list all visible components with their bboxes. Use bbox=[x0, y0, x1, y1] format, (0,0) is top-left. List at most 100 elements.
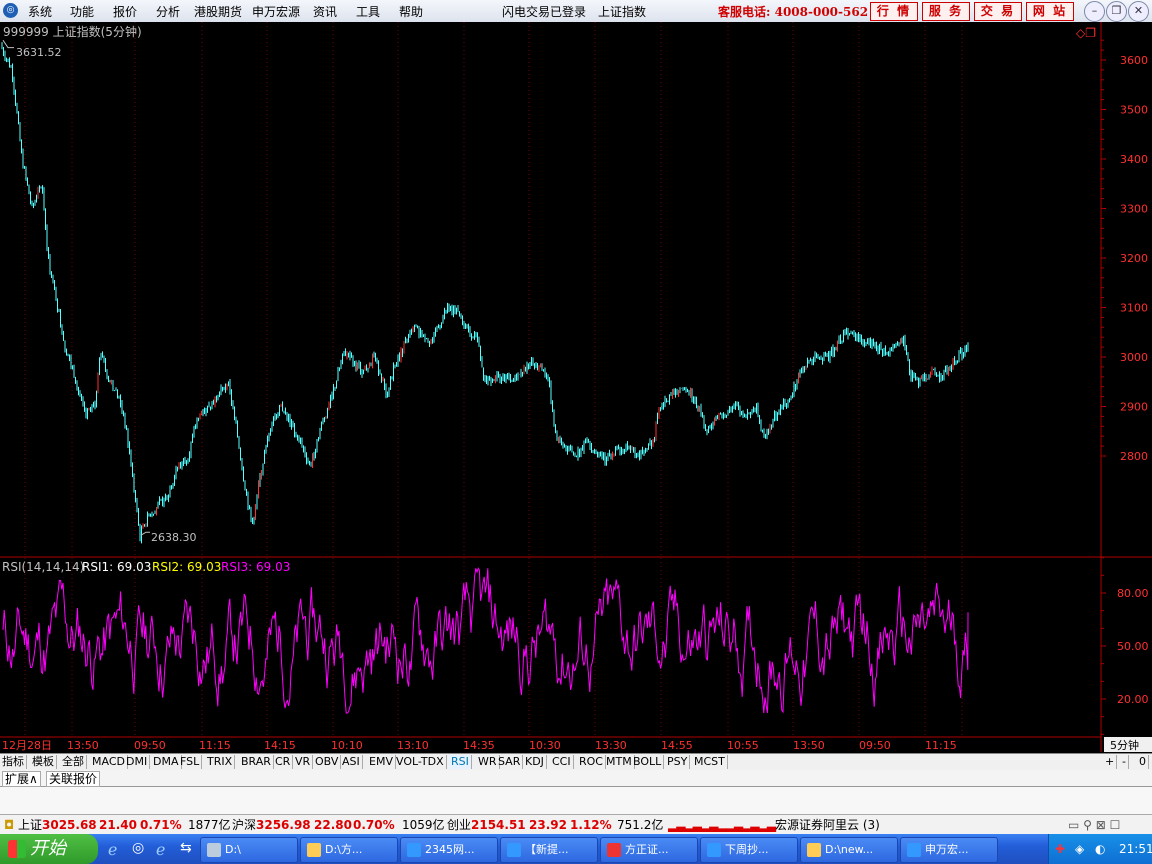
time-tick-label: 10:30 bbox=[529, 739, 561, 752]
tab-nav-zero[interactable]: 0 bbox=[1137, 755, 1149, 769]
time-tick-label: 13:10 bbox=[397, 739, 429, 752]
time-tick-label: 13:50 bbox=[793, 739, 825, 752]
price-tick-label: 3200 bbox=[1120, 252, 1148, 265]
hs-pct: 0.70% bbox=[353, 818, 395, 832]
trade-button[interactable]: 交 易 bbox=[974, 2, 1022, 21]
indicator-tab-macd[interactable]: MACD bbox=[90, 755, 128, 769]
taskbar-item[interactable]: D:\方... bbox=[300, 837, 398, 863]
quicklaunch-desktop-icon[interactable]: ⇆ bbox=[180, 840, 192, 856]
info-panel bbox=[0, 787, 1152, 814]
indicator-tab-sar[interactable]: SAR bbox=[496, 755, 524, 769]
menu-swhy[interactable]: 申万宏源 bbox=[252, 3, 300, 20]
time-tick-label: 14:35 bbox=[463, 739, 495, 752]
time-x-axis: 12月28日 13:50 09:50 11:15 14:15 10:10 13:10 14:3… bbox=[2, 739, 957, 752]
taskbar-app-icon bbox=[807, 843, 821, 857]
menu-hk-futures[interactable]: 港股期货 bbox=[194, 3, 242, 20]
related-quotes-tab[interactable]: 关联报价 bbox=[46, 771, 101, 787]
taskbar-app-icon bbox=[707, 843, 721, 857]
taskbar-app-icon bbox=[207, 843, 221, 857]
indicator-tab-mcst[interactable]: MCST bbox=[692, 755, 728, 769]
price-tick-label: 3000 bbox=[1120, 351, 1148, 364]
indicator-tab-obv[interactable]: OBV bbox=[313, 755, 342, 769]
tray-network-icon[interactable]: ✚ bbox=[1055, 834, 1065, 864]
taskbar-item[interactable]: 申万宏... bbox=[900, 837, 998, 863]
indicator-tab-cr[interactable]: CR bbox=[273, 755, 294, 769]
menu-function[interactable]: 功能 bbox=[70, 3, 94, 20]
quicklaunch-ie2-icon[interactable]: ℯ bbox=[156, 840, 165, 859]
taskbar-item[interactable]: D:\ bbox=[200, 837, 298, 863]
quote-button[interactable]: 行 情 bbox=[870, 2, 918, 21]
server-name[interactable]: 宏源证券阿里云 (3) bbox=[775, 815, 880, 835]
taskbar-item[interactable]: 下周抄... bbox=[700, 837, 798, 863]
sh-amount: 1877亿 bbox=[188, 818, 231, 832]
max-price-label: 3631.52 bbox=[16, 46, 62, 59]
menu-system[interactable]: 系统 bbox=[28, 3, 52, 20]
indicator-tab-asi[interactable]: ASI bbox=[340, 755, 363, 769]
price-tick-label: 3100 bbox=[1120, 302, 1148, 315]
ticker-tool-icons[interactable]: ▭ ⚲ ⊠ ☐ bbox=[1068, 815, 1120, 835]
minimize-icon[interactable]: – bbox=[1084, 1, 1105, 22]
indicator-tab-psy[interactable]: PSY bbox=[665, 755, 691, 769]
price-tick-label: 2900 bbox=[1120, 401, 1148, 414]
indicator-tab-vol-tdx[interactable]: VOL-TDX bbox=[394, 755, 447, 769]
indicator-tab-vr[interactable]: VR bbox=[293, 755, 314, 769]
close-icon[interactable]: ✕ bbox=[1128, 1, 1149, 22]
menu-tools[interactable]: 工具 bbox=[356, 3, 380, 20]
cy-change: 23.92 bbox=[529, 818, 567, 832]
menu-quote[interactable]: 报价 bbox=[113, 3, 137, 20]
taskbar-app-icon bbox=[907, 843, 921, 857]
quicklaunch-ie-icon[interactable]: ℯ bbox=[108, 840, 117, 859]
tray-volume-icon[interactable]: ◐ bbox=[1095, 834, 1105, 864]
indicator-tab-boll[interactable]: BOLL bbox=[631, 755, 665, 769]
indicator-tab-fsl[interactable]: FSL bbox=[178, 755, 203, 769]
rsi-tick-label: 50.00 bbox=[1117, 640, 1149, 653]
rsi1-value: RSI1: 69.03 bbox=[82, 560, 151, 574]
tab-nav-plus[interactable]: + bbox=[1103, 755, 1118, 769]
start-button[interactable]: 开始 bbox=[0, 834, 98, 864]
indicator-tab-kdj[interactable]: KDJ bbox=[523, 755, 547, 769]
service-button[interactable]: 服 务 bbox=[922, 2, 970, 21]
indicator-tab-cci[interactable]: CCI bbox=[550, 755, 574, 769]
chart-area[interactable]: 3600 3500 3400 3300 3200 3100 3000 2900 2800 80.… bbox=[0, 22, 1152, 752]
cy-value: 2154.51 bbox=[471, 818, 526, 832]
indicator-tab-指标[interactable]: 指标 bbox=[0, 755, 27, 769]
sh-value: 3025.68 bbox=[42, 818, 97, 832]
indicator-tab-rsi[interactable]: RSI bbox=[449, 755, 472, 769]
taskbar-item[interactable]: 方正证... bbox=[600, 837, 698, 863]
price-tick-label: 3400 bbox=[1120, 153, 1148, 166]
taskbar-item[interactable]: D:\new... bbox=[800, 837, 898, 863]
indicator-tab-trix[interactable]: TRIX bbox=[205, 755, 236, 769]
taskbar-item[interactable]: 2345网... bbox=[400, 837, 498, 863]
rsi3-value: RSI3: 69.03 bbox=[221, 560, 290, 574]
kline-chart[interactable]: 3600 3500 3400 3300 3200 3100 3000 2900 2800 80.… bbox=[0, 22, 1152, 752]
taskbar-item-label: 【新提... bbox=[525, 843, 569, 856]
expand-tab[interactable]: 扩展∧ bbox=[2, 771, 41, 787]
taskbar-item-label: 申万宏... bbox=[925, 843, 969, 856]
windows-logo-icon bbox=[8, 840, 26, 858]
indicator-tab-emv[interactable]: EMV bbox=[367, 755, 396, 769]
time-tick-label: 09:50 bbox=[134, 739, 166, 752]
menu-analysis[interactable]: 分析 bbox=[156, 3, 180, 20]
tray-security-icon[interactable]: ◈ bbox=[1075, 834, 1084, 864]
taskbar-item[interactable]: 【新提... bbox=[500, 837, 598, 863]
indicator-tab-dmi[interactable]: DMI bbox=[124, 755, 151, 769]
menu-help[interactable]: 帮助 bbox=[399, 3, 423, 20]
rsi-tick-label: 80.00 bbox=[1117, 587, 1149, 600]
indicator-tab-dma[interactable]: DMA bbox=[151, 755, 182, 769]
menu-news[interactable]: 资讯 bbox=[313, 3, 337, 20]
indicator-tab-全部[interactable]: 全部 bbox=[60, 755, 87, 769]
quicklaunch-browser-icon[interactable]: ◎ bbox=[132, 840, 144, 856]
indicator-tab-模板[interactable]: 模板 bbox=[30, 755, 57, 769]
website-button[interactable]: 网 站 bbox=[1026, 2, 1074, 21]
menu-bar: ◎ 系统 功能 报价 分析 港股期货 申万宏源 资讯 工具 帮助 闪电交易已登录… bbox=[0, 0, 1152, 23]
time-tick-label: 10:10 bbox=[331, 739, 363, 752]
windows-taskbar: 开始 ℯ ◎ ℯ ⇆ D:\ D:\方... 2345网... 【新提... 方正证..… bbox=[0, 834, 1152, 864]
tab-nav-minus[interactable]: - bbox=[1120, 755, 1129, 769]
indicator-tab-brar[interactable]: BRAR bbox=[239, 755, 274, 769]
price-tick-label: 3300 bbox=[1120, 203, 1148, 216]
sh-pct: 0.71% bbox=[140, 818, 182, 832]
time-tick-label: 10:55 bbox=[727, 739, 759, 752]
restore-icon[interactable]: ❐ bbox=[1106, 1, 1127, 22]
indicator-tab-roc[interactable]: ROC bbox=[577, 755, 606, 769]
cy-amount: 751.2亿 bbox=[617, 818, 664, 832]
